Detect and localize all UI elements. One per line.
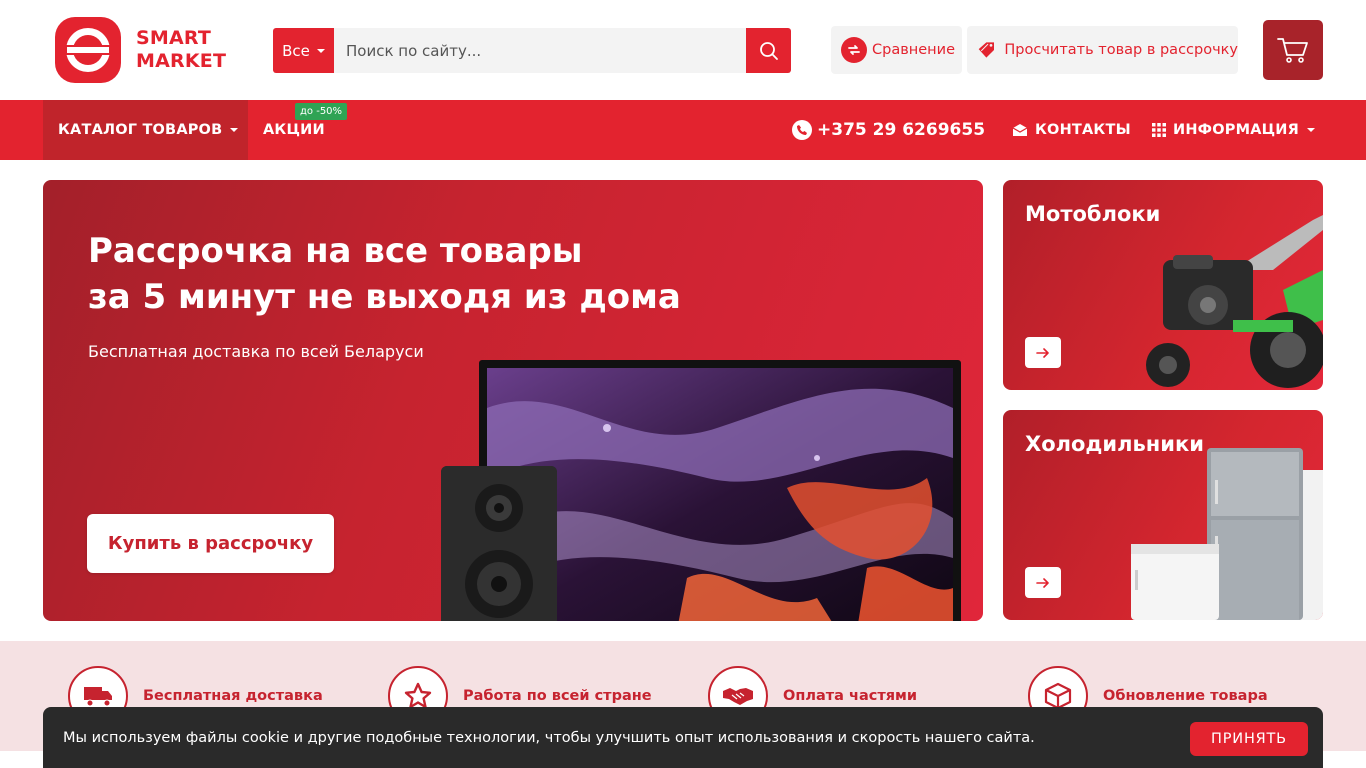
installment-calc-label: Просчитать товар в рассрочку [1004, 42, 1238, 58]
logo-line-2: MARKET [136, 50, 227, 72]
nav-contacts[interactable]: КОНТАКТЫ [1012, 100, 1131, 160]
feature-label: Оплата частями [783, 688, 918, 704]
nav-info[interactable]: ИНФОРМАЦИЯ [1152, 100, 1316, 160]
search-button[interactable] [746, 28, 791, 73]
cart-icon [1277, 38, 1308, 63]
mail-icon [1012, 124, 1028, 136]
phone-icon [792, 120, 812, 140]
search-input[interactable] [334, 28, 746, 73]
card-arrow-button[interactable] [1025, 567, 1061, 598]
nav-contacts-label: КОНТАКТЫ [1035, 122, 1131, 138]
cookie-accept-button[interactable]: ПРИНЯТЬ [1190, 722, 1308, 756]
hero-subtitle: Бесплатная доставка по всей Беларуси [88, 342, 424, 361]
category-card-fridges[interactable]: Холодильники [1003, 410, 1323, 620]
search-category-label: Все [282, 41, 310, 60]
arrow-right-icon [1036, 347, 1049, 358]
search-bar: Все [273, 28, 791, 73]
main-nav: КАТАЛОГ ТОВАРОВ АКЦИИ +375 29 6269655 КО… [0, 100, 1366, 160]
cookie-text: Мы используем файлы cookie и другие подо… [63, 730, 1035, 746]
nav-info-label: ИНФОРМАЦИЯ [1173, 122, 1300, 138]
price-tag-icon [978, 42, 994, 58]
nav-catalog-label: КАТАЛОГ ТОВАРОВ [58, 122, 223, 138]
buy-installment-button[interactable]: Купить в рассрочку [87, 514, 334, 573]
logo-text: SMART MARKET [136, 27, 226, 73]
compare-icon [841, 37, 867, 63]
promo-badge: до -50% [295, 103, 348, 120]
chevron-down-icon [316, 48, 325, 53]
motoblock-image [1146, 215, 1323, 388]
compare-label: Сравнение [872, 42, 955, 58]
nav-catalog[interactable]: КАТАЛОГ ТОВАРОВ [43, 100, 248, 160]
compare-button[interactable]: Сравнение [831, 26, 962, 74]
arrow-right-icon [1036, 577, 1049, 588]
hero-banner[interactable]: Рассрочка на все товары за 5 минут не вы… [43, 180, 983, 621]
logo-mark-icon [55, 17, 121, 83]
nav-promo-label: АКЦИИ [263, 122, 325, 138]
card-arrow-button[interactable] [1025, 337, 1061, 368]
chevron-down-icon [1307, 128, 1316, 132]
header: SMART MARKET Все Сравн [0, 0, 1366, 100]
feature-label: Бесплатная доставка [143, 688, 323, 704]
feature-label: Работа по всей стране [463, 688, 652, 704]
speaker-image [441, 466, 557, 621]
grid-icon [1152, 123, 1166, 137]
page: SMART MARKET Все Сравн [0, 0, 1366, 768]
logo[interactable]: SMART MARKET [55, 17, 230, 83]
fridge-image [1131, 448, 1323, 620]
search-category-select[interactable]: Все [273, 28, 334, 73]
hero-title-line-2: за 5 минут не выходя из дома [88, 277, 681, 317]
hero-title: Рассрочка на все товары за 5 минут не вы… [88, 228, 728, 320]
search-icon [759, 41, 778, 60]
nav-phone[interactable]: +375 29 6269655 [792, 100, 985, 160]
chevron-down-icon [230, 128, 239, 132]
category-card-motoblocks[interactable]: Мотоблоки [1003, 180, 1323, 390]
installment-calc-button[interactable]: Просчитать товар в рассрочку [967, 26, 1238, 74]
nav-phone-number: +375 29 6269655 [817, 120, 986, 140]
logo-line-1: SMART [136, 27, 212, 49]
feature-label: Обновление товара [1103, 688, 1268, 704]
cart-button[interactable] [1263, 20, 1323, 80]
hero-title-line-1: Рассрочка на все товары [88, 231, 583, 271]
cookie-banner: Мы используем файлы cookie и другие подо… [43, 707, 1323, 768]
